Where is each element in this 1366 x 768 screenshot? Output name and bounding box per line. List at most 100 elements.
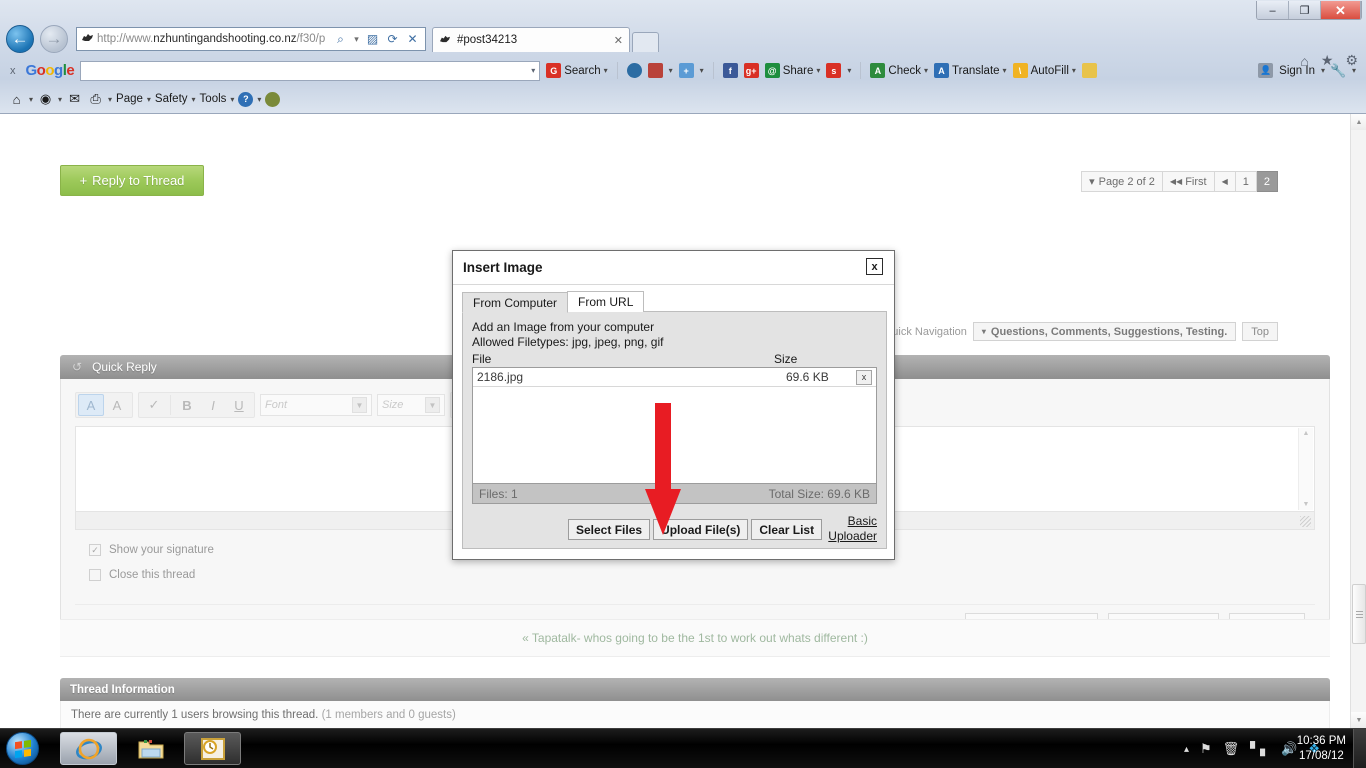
basic-uploader-link[interactable]: Basic Uploader [791,514,877,544]
home-icon[interactable]: ⌂ [8,91,25,108]
start-button[interactable] [6,732,39,765]
facebook-icon[interactable]: f [722,63,738,78]
chevron-down-icon[interactable]: ▾ [1072,66,1076,75]
scrollbar-thumb[interactable] [1352,584,1366,644]
tab-from-computer[interactable]: From Computer [462,292,569,313]
scroll-up-button[interactable]: ▲ [1351,114,1366,130]
tab-close-icon[interactable]: ✕ [614,34,623,47]
page-1-button[interactable]: 1 [1235,171,1257,192]
tab-from-url[interactable]: From URL [567,291,645,312]
spellcheck-button[interactable]: A Check ▾ [870,63,928,78]
translate-button[interactable]: A Translate ▾ [934,63,1007,78]
message-scrollbar[interactable]: ▲ ▼ [1298,428,1313,510]
stumbleupon-icon[interactable]: s [826,63,842,78]
remove-formatting-button[interactable]: A [78,394,104,416]
chevron-down-icon[interactable]: ▾ [1003,66,1007,75]
top-button[interactable]: Top [1242,322,1278,341]
chevron-down-icon[interactable]: ▾ [108,95,112,104]
network-icon[interactable]: 🗑 [1223,741,1240,757]
compatibility-view-icon[interactable]: ▨ [364,29,381,49]
previous-page-button[interactable]: ◀ [1214,171,1236,192]
page-2-button[interactable]: 2 [1256,171,1278,192]
italic-button[interactable]: I [200,394,226,416]
browser-tab[interactable]: #post34213 ✕ [432,27,630,52]
chevron-down-icon[interactable]: ▼ [352,397,367,413]
remove-file-button[interactable]: x [856,369,872,385]
forward-button[interactable]: → [40,25,68,53]
feeds-icon[interactable]: ◉ [37,91,54,108]
close-thread-checkbox[interactable] [89,569,101,581]
google-search-input[interactable]: ▾ [80,60,541,81]
show-desktop-button[interactable] [1353,729,1366,768]
chevron-down-icon[interactable]: ▾ [700,66,704,75]
news-icon[interactable] [647,63,663,78]
globe-icon[interactable] [626,63,642,78]
page-scrollbar[interactable]: ▲ ▼ [1350,114,1366,728]
dialog-close-button[interactable]: x [866,258,883,275]
spellcheck-button[interactable]: ✓ [141,394,167,416]
new-tab-button[interactable] [632,32,659,52]
bold-button[interactable]: B [174,394,200,416]
signal-icon[interactable]: ▘▖ [1250,741,1270,757]
chevron-down-icon[interactable]: ▾ [352,29,361,49]
file-list-row[interactable]: 2186.jpg 69.6 KB x [473,368,876,387]
sign-in-label[interactable]: Sign In [1279,65,1315,77]
quick-navigation-select[interactable]: ▾ Questions, Comments, Suggestions, Test… [972,322,1237,341]
show-signature-checkbox[interactable]: ✓ [89,544,101,556]
print-icon[interactable]: ⎙ [87,91,104,108]
google-search-button[interactable]: G Search ▾ [546,63,608,78]
safety-menu[interactable]: Safety [155,93,188,105]
google-plus-icon[interactable]: g+ [743,63,759,78]
page-menu[interactable]: Page [116,93,143,105]
show-hidden-icons-arrow[interactable]: ▴ [1184,744,1189,755]
address-bar[interactable]: http://www.nzhuntingandshooting.co.nz/f3… [76,27,426,51]
chevron-down-icon[interactable]: ▼ [425,397,440,413]
add-button-icon[interactable]: + [678,63,694,78]
addon-globe-icon[interactable] [265,91,281,107]
share-button[interactable]: @ Share ▾ [764,63,820,78]
close-toolbar-icon[interactable]: x [6,65,20,77]
undo-formatting-button[interactable]: A [104,394,130,416]
reply-to-thread-button[interactable]: + Reply to Thread [60,165,204,196]
stop-icon[interactable]: ✕ [404,29,421,49]
close-window-button[interactable]: ✕ [1321,1,1361,19]
chevron-down-icon[interactable]: ▾ [816,66,820,75]
chevron-down-icon[interactable]: ▾ [58,95,62,104]
select-files-button[interactable]: Select Files [568,519,651,540]
chevron-down-icon[interactable]: ▾ [531,66,535,75]
action-center-flag-icon[interactable]: ⚑ [1200,741,1212,757]
scroll-down-button[interactable]: ▼ [1351,712,1366,728]
close-thread-option[interactable]: Close this thread [89,569,1315,581]
chevron-down-icon[interactable]: ▾ [604,66,608,75]
chevron-down-icon[interactable]: ▾ [147,95,151,104]
chevron-down-icon[interactable]: ▾ [257,95,261,104]
first-page-button[interactable]: ◀◀ First [1162,171,1215,192]
autofill-button[interactable]: \ AutoFill ▾ [1012,63,1076,78]
back-button[interactable]: ← [6,25,34,53]
chevron-down-icon[interactable]: ▾ [924,66,928,75]
help-icon[interactable]: ? [238,91,254,107]
chevron-down-icon[interactable]: ▾ [192,95,196,104]
tools-menu[interactable]: Tools [200,93,227,105]
chevron-down-icon[interactable]: ▾ [847,66,851,75]
wrench-icon[interactable]: 🔧 [1330,63,1346,78]
resize-grip-icon[interactable] [1300,516,1311,527]
search-icon[interactable]: ⌕ [332,29,349,49]
font-family-select[interactable]: Font ▼ [260,394,372,416]
restore-button[interactable]: ❐ [1289,1,1321,19]
page-indicator[interactable]: ▾ Page 2 of 2 [1081,171,1163,192]
volume-icon[interactable]: 🔊 [1281,741,1297,757]
chevron-down-icon[interactable]: ▾ [29,95,33,104]
chevron-down-icon[interactable]: ▾ [1352,66,1356,75]
chevron-down-icon[interactable]: ▾ [230,95,234,104]
scroll-up-icon[interactable]: ▲ [1303,430,1310,437]
mail-icon[interactable]: ✉ [66,91,83,108]
clock[interactable]: 10:36 PM 17/08/12 [1297,734,1346,764]
scroll-down-icon[interactable]: ▼ [1303,501,1310,508]
taskbar-item-explorer[interactable] [122,732,179,765]
minimize-button[interactable]: – [1257,1,1289,19]
underline-button[interactable]: U [226,394,252,416]
font-size-select[interactable]: Size ▼ [377,394,445,416]
taskbar-item-outlook[interactable] [184,732,241,765]
chevron-down-icon[interactable]: ▾ [1321,66,1325,75]
